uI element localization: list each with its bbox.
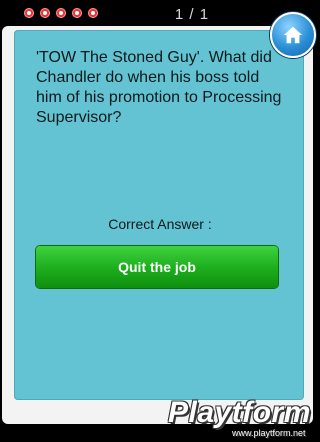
watermark-brand: Playtform bbox=[168, 396, 311, 429]
answer-button-label: Quit the job bbox=[118, 259, 196, 275]
correct-answer-label: Correct Answer : bbox=[108, 216, 212, 232]
answer-button[interactable]: Quit the job bbox=[36, 246, 278, 288]
watermark-url: www.playtform.net bbox=[232, 428, 306, 438]
watermark: Playtform www.playtform.net bbox=[168, 396, 318, 440]
home-icon bbox=[283, 26, 303, 44]
question-text: 'TOW The Stoned Guy'. What did Chandler … bbox=[36, 49, 282, 126]
question-counter: 1 / 1 bbox=[174, 6, 210, 23]
